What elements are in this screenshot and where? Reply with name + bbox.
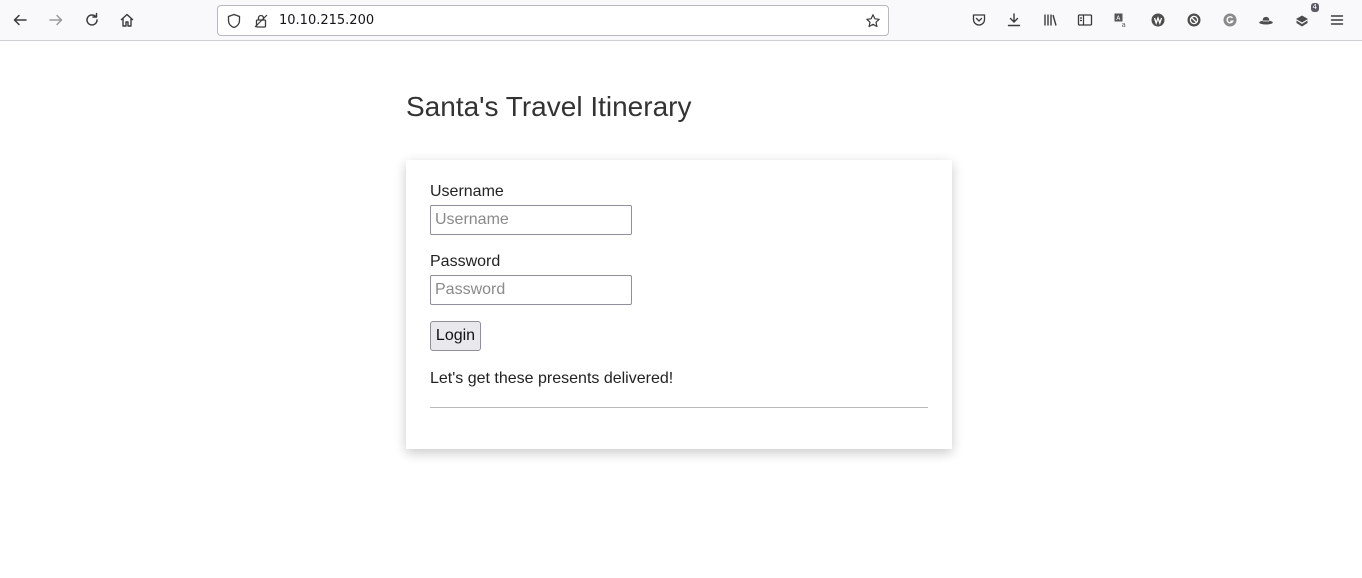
divider xyxy=(430,407,928,408)
svg-text:a: a xyxy=(1122,21,1126,28)
download-icon[interactable] xyxy=(1000,6,1028,34)
block-icon[interactable] xyxy=(1180,6,1208,34)
username-label: Username xyxy=(430,183,504,200)
login-card: Username Password Login Let's get these … xyxy=(406,160,952,449)
back-arrow-icon[interactable] xyxy=(6,6,34,34)
password-label: Password xyxy=(430,253,501,270)
hat-extension-icon[interactable] xyxy=(1252,6,1280,34)
browser-toolbar: 10.10.215.200 Aa 4 xyxy=(0,0,1362,41)
library-icon[interactable] xyxy=(1036,6,1064,34)
wappalyzer-icon[interactable] xyxy=(1144,6,1172,34)
forward-arrow-icon[interactable] xyxy=(42,6,70,34)
hamburger-menu-icon[interactable] xyxy=(1323,6,1351,34)
home-icon[interactable] xyxy=(113,6,141,34)
reload-icon[interactable] xyxy=(78,6,106,34)
url-text[interactable]: 10.10.215.200 xyxy=(279,13,374,28)
url-bar[interactable]: 10.10.215.200 xyxy=(217,5,889,36)
page-title: Santa's Travel Itinerary xyxy=(406,91,692,122)
bookmark-star-icon[interactable] xyxy=(865,13,881,29)
grammarly-icon[interactable] xyxy=(1216,6,1244,34)
username-input[interactable] xyxy=(430,205,632,235)
pocket-icon[interactable] xyxy=(965,6,993,34)
extensions-icon[interactable]: 4 xyxy=(1288,3,1319,34)
welcome-message: Let's get these presents delivered! xyxy=(430,370,674,387)
password-input[interactable] xyxy=(430,275,632,305)
tracking-protection-shield-icon[interactable] xyxy=(226,13,242,29)
extensions-badge: 4 xyxy=(1310,3,1319,12)
connection-lock-icon[interactable] xyxy=(253,13,269,29)
login-button[interactable]: Login xyxy=(430,321,481,351)
translate-icon[interactable]: Aa xyxy=(1107,6,1135,34)
sidebar-icon[interactable] xyxy=(1071,6,1099,34)
